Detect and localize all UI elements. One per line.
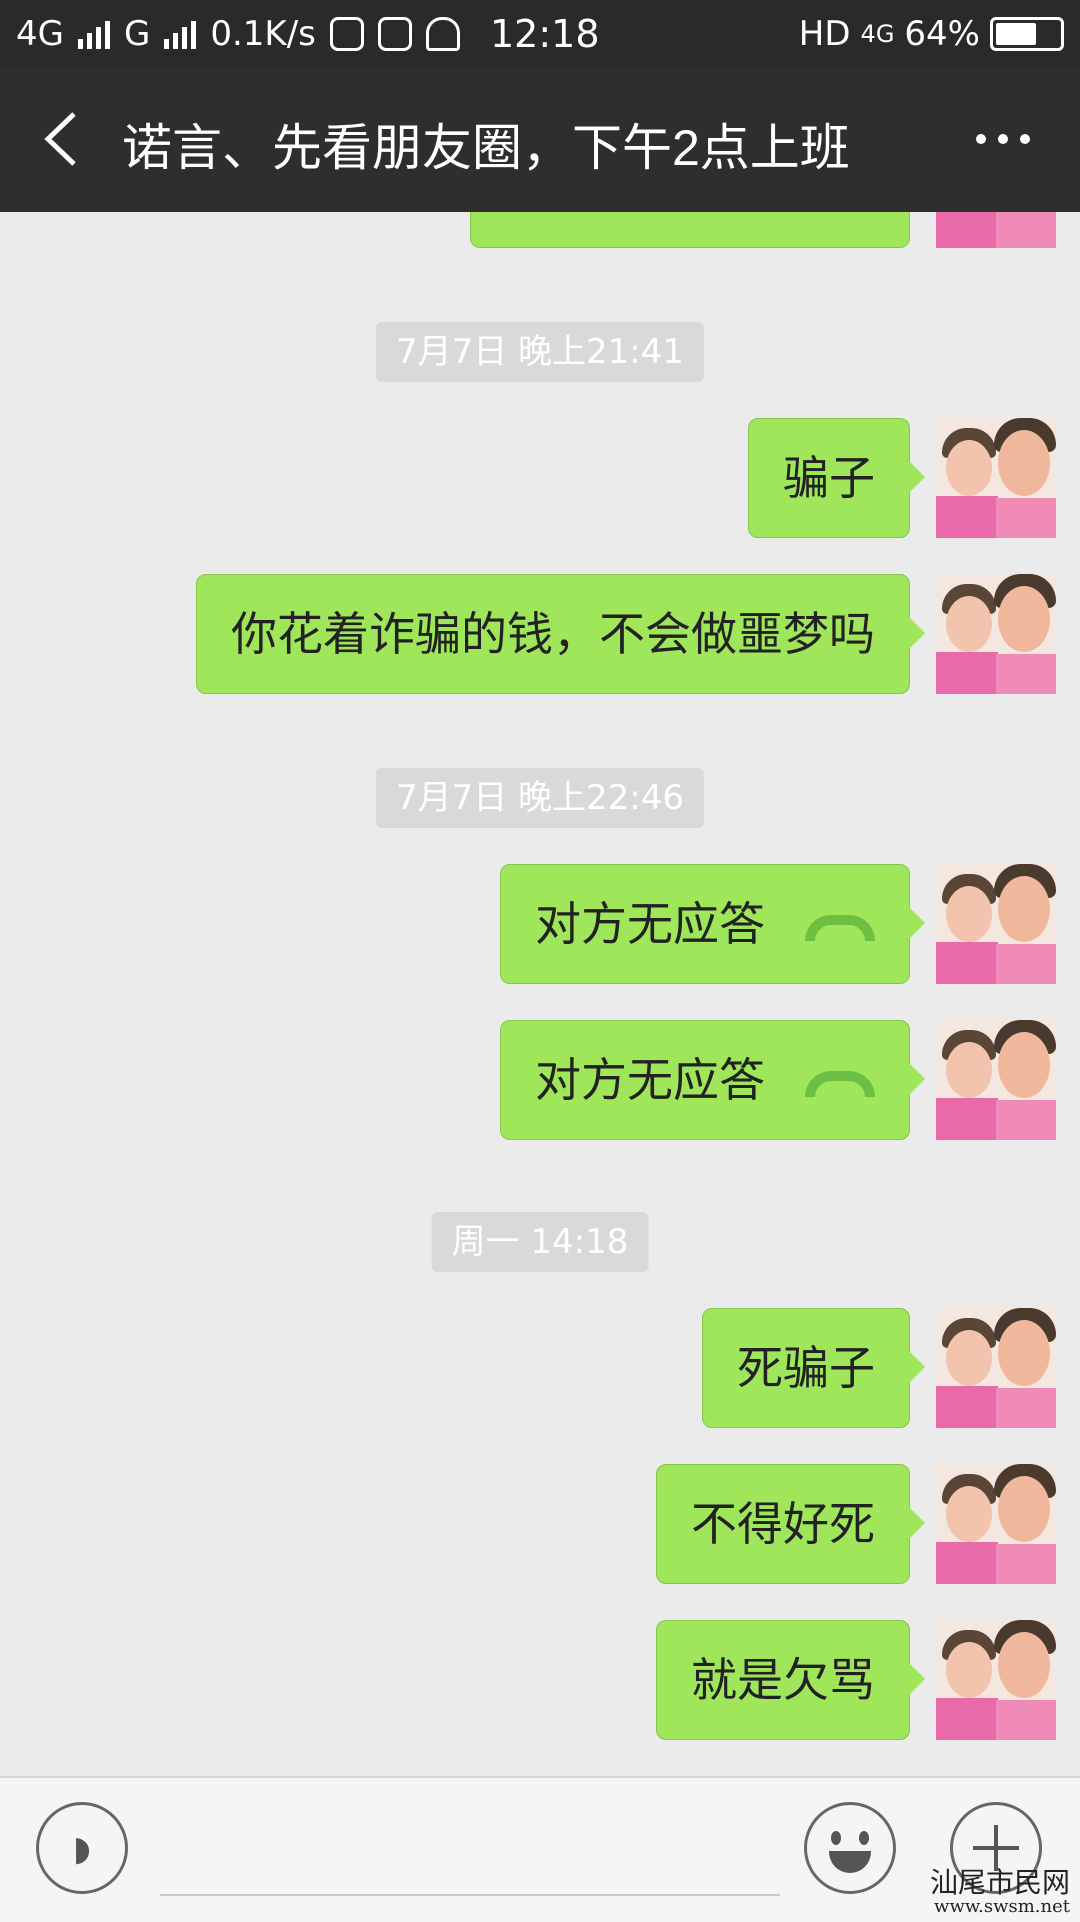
message-bubble[interactable]: 不得好死 [656, 1464, 925, 1584]
watermark: 汕尾市民网 www.swsm.net [930, 1868, 1070, 1916]
avatar[interactable] [936, 1020, 1056, 1140]
message-row: 骗子 [0, 418, 1080, 538]
battery-icon [990, 17, 1064, 51]
network-label-4g-right: 4G [860, 20, 895, 48]
voice-button[interactable]: ◗ [36, 1802, 128, 1894]
chevron-left-icon [44, 112, 76, 166]
back-button[interactable] [30, 104, 100, 174]
android-icon [425, 17, 460, 51]
message-row-partial [0, 212, 1080, 248]
emoji-icon-mouth [829, 1851, 871, 1873]
battery-fill [996, 23, 1036, 45]
message-bubble-partial[interactable] [470, 212, 910, 248]
message-row: 不得好死 [0, 1464, 1080, 1584]
alipay-icon [377, 17, 412, 51]
message-row: 死骗子 [0, 1308, 1080, 1428]
status-bar: 4G G 0.1K/s 12:18 HD 4G 64% [0, 0, 1080, 68]
phone-hangup-icon [805, 914, 875, 941]
network-label-4g: 4G [16, 14, 64, 54]
emoji-icon [831, 1831, 841, 1845]
message-row: 你花着诈骗的钱，不会做噩梦吗 [0, 574, 1080, 694]
call-bubble[interactable]: 对方无应答 [500, 1020, 925, 1140]
voice-icon: ◗ [73, 1829, 91, 1869]
status-left: 4G G 0.1K/s [16, 14, 460, 54]
hd-label: HD [798, 14, 851, 54]
chat-area[interactable]: 7月7日 晚上21:41 骗子 你花着诈骗的钱，不会做噩梦吗 7月7日 晚上22… [0, 212, 1080, 1776]
more-dot-icon [976, 134, 986, 144]
chat-title: 诺言、先看朋友圈，下午2点上班 [122, 120, 850, 176]
input-bar: ◗ 汕尾市民网 www.swsm.net [0, 1776, 1080, 1922]
call-status-text: 对方无应答 [535, 1053, 765, 1107]
emoji-icon-eye [859, 1831, 869, 1845]
avatar[interactable] [936, 212, 1056, 248]
message-row: 就是欠骂 [0, 1620, 1080, 1740]
message-bubble[interactable]: 就是欠骂 [656, 1620, 925, 1740]
browser-icon [329, 17, 364, 51]
battery-percent: 64% [904, 14, 980, 54]
avatar[interactable] [936, 418, 1056, 538]
message-bubble[interactable]: 死骗子 [702, 1308, 925, 1428]
chat-header: 诺言、先看朋友圈，下午2点上班 [0, 68, 1080, 212]
signal-icon [77, 19, 110, 49]
watermark-text: 汕尾市民网 [929, 1866, 1070, 1899]
message-bubble[interactable]: 骗子 [748, 418, 925, 538]
timestamp: 7月7日 晚上21:41 [375, 322, 705, 382]
phone-hangup-icon [805, 1070, 875, 1097]
network-speed: 0.1K/s [210, 14, 316, 54]
timestamp: 周一 14:18 [431, 1212, 649, 1272]
network-label-g: G [123, 14, 151, 54]
call-message-row: 对方无应答 [0, 1020, 1080, 1140]
more-dot-icon [1020, 134, 1030, 144]
avatar[interactable] [936, 864, 1056, 984]
emoji-button[interactable] [804, 1802, 896, 1894]
call-message-row: 对方无应答 [0, 864, 1080, 984]
message-bubble[interactable]: 你花着诈骗的钱，不会做噩梦吗 [196, 574, 925, 694]
call-bubble[interactable]: 对方无应答 [500, 864, 925, 984]
watermark-url: www.swsm.net [934, 1896, 1070, 1917]
clock: 12:18 [490, 12, 600, 56]
timestamp: 7月7日 晚上22:46 [375, 768, 705, 828]
message-input[interactable] [160, 1894, 780, 1896]
avatar[interactable] [936, 574, 1056, 694]
more-dot-icon [998, 134, 1008, 144]
call-status-text: 对方无应答 [535, 897, 765, 951]
more-options-button[interactable] [976, 124, 1040, 154]
avatar[interactable] [936, 1620, 1056, 1740]
avatar[interactable] [936, 1464, 1056, 1584]
avatar[interactable] [936, 1308, 1056, 1428]
status-right: HD 4G 64% [799, 14, 1064, 54]
signal-icon-2 [164, 19, 197, 49]
